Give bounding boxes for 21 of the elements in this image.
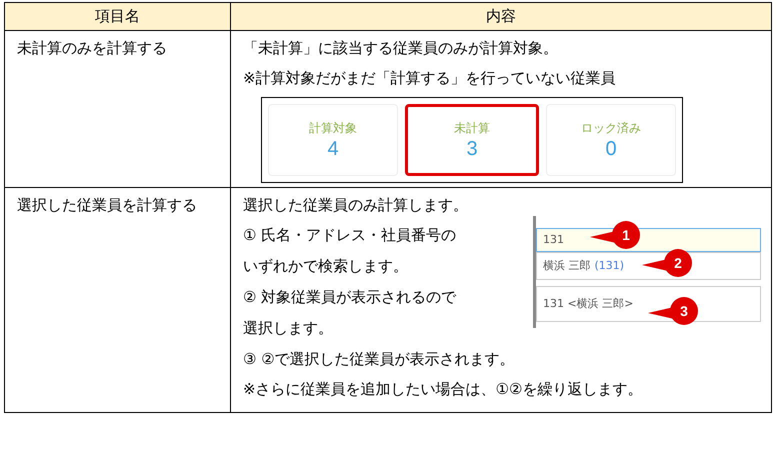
- description-line: ※計算対象だがまだ「計算する」を行っていない従業員: [243, 68, 617, 89]
- description-line: ① 氏名・アドレス・社員番号の: [243, 225, 458, 246]
- description-line: 選択します。: [243, 318, 334, 339]
- card-value: 3: [466, 137, 478, 161]
- card-value: 0: [605, 137, 617, 161]
- description-line: 選択した従業員のみ計算します。: [243, 195, 469, 216]
- description-line: いずれかで検索します。: [243, 256, 409, 277]
- card-label: ロック済み: [581, 120, 641, 137]
- item-name: 選択した従業員を計算する: [17, 195, 198, 216]
- description-line: ※さらに従業員を追加したい場合は、①②を繰り返します。: [243, 379, 644, 400]
- item-name: 未計算のみを計算する: [17, 38, 168, 59]
- column-header: 項目名: [5, 3, 231, 30]
- column-header: 内容: [485, 6, 517, 28]
- card-label: 計算対象: [309, 120, 357, 137]
- card-value: 4: [327, 137, 339, 161]
- description-line: ② 対象従業員が表示されるので: [243, 287, 458, 308]
- description-line: 「未計算」に該当する従業員のみが計算対象。: [243, 38, 559, 59]
- option-id: (131): [594, 258, 624, 274]
- description-line: ③ ②で選択した従業員が表示されます。: [243, 349, 516, 370]
- card-label: 未計算: [454, 120, 490, 137]
- option-name: 横浜 三郎: [543, 258, 590, 274]
